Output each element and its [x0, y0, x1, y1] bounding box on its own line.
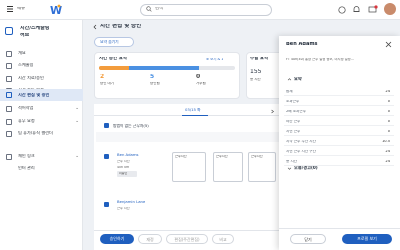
search-icon: [146, 6, 152, 12]
sidebar-title-2: 허브: [20, 33, 30, 38]
employee-checkbox[interactable]: [104, 154, 109, 159]
leave-icon: [6, 119, 12, 125]
help-icon[interactable]: [338, 6, 346, 14]
team-calendar-icon: [6, 131, 12, 137]
edit-button[interactable]: 편집(주간편집): [166, 234, 208, 244]
summary-row: 총 시간 24: [284, 157, 394, 166]
back-arrow-icon[interactable]: [92, 24, 98, 30]
menu-label[interactable]: 메뉴: [17, 7, 25, 12]
chevron-down-icon: ⌄: [75, 106, 79, 111]
pending-count: 2: [100, 74, 105, 80]
overview-icon: [6, 51, 12, 57]
reject-button[interactable]: 재정: [138, 234, 162, 244]
calendar-icon: [6, 63, 12, 69]
employee-checkbox[interactable]: [104, 202, 109, 207]
task-icon: [6, 106, 12, 112]
notifications-icon[interactable]: [352, 5, 361, 14]
employee-sub: 근무 시간: [117, 207, 130, 210]
panel-footer-divider: [279, 228, 400, 229]
weekly-summary-title: 주별 요약: [250, 57, 269, 61]
sidebar-item-time-edit[interactable]: 시간 편집 및 승인: [0, 89, 83, 101]
sidebar-title: 시간/스케줄링: [20, 26, 50, 31]
chevron-down-icon[interactable]: [287, 166, 292, 171]
search-placeholder: 검색: [155, 7, 163, 11]
approve-button[interactable]: 승인하기: [100, 234, 134, 244]
approved-count: 5: [150, 74, 155, 80]
inbox-icon[interactable]: [368, 5, 378, 14]
panel-subtitle: FT 40h(40) 통상 근무 일정 정보, 미지정 일정...: [286, 58, 354, 61]
rejected-label: 거부됨: [196, 82, 206, 85]
edit-icon: [6, 92, 12, 98]
summary-row: 초과근무 0: [284, 97, 394, 106]
weekly-total-value: 155: [250, 69, 262, 75]
panel-employee-name: Ben Adams: [286, 42, 318, 47]
app-logo: W: [48, 3, 62, 17]
summary-title: 시간 승인 요약: [99, 57, 127, 61]
clock-icon: [6, 76, 12, 82]
employee-name[interactable]: Benjamin Lane: [117, 200, 145, 204]
shift-label: 근무시간: [251, 155, 263, 158]
sidebar-item-tasks[interactable]: 적어작업 ⌄: [0, 104, 83, 114]
view-profile-button[interactable]: 프로필 보기: [342, 234, 392, 244]
approved-label: 승인됨: [150, 82, 160, 85]
summary-row: 지연 근무 시간 구간 24: [284, 147, 394, 156]
sidebar-item-scheduling[interactable]: 스케줄링: [0, 61, 83, 71]
sidebar-item-links[interactable]: 체인 링크 ⌄: [0, 152, 83, 162]
chevron-right-icon[interactable]: [270, 109, 275, 114]
group-label[interactable]: 방법이 없는 근무자(5): [113, 124, 149, 128]
summary-row: 합계 24: [284, 87, 394, 96]
shift-label: 근무시간: [175, 155, 187, 158]
chevron-up-icon[interactable]: [287, 77, 292, 82]
hub-icon: [5, 27, 13, 35]
errors-section-header[interactable]: 오류/경고(0): [294, 166, 318, 170]
sidebar-item-time-approval[interactable]: 시간 치료/승인: [0, 74, 83, 84]
employee-name[interactable]: Ben Adams: [117, 153, 139, 157]
employee-hours: 40h 0m: [117, 166, 130, 169]
close-icon[interactable]: [385, 41, 392, 48]
faded-row: [96, 132, 279, 142]
sidebar-item-overview[interactable]: 개요: [0, 49, 83, 59]
sidebar-item-inter[interactable]: 인터 관리: [0, 164, 83, 174]
sidebar-item-team-calendar[interactable]: 팀 휴가/휴직 캘린더: [0, 129, 83, 139]
group-checkbox[interactable]: [104, 123, 109, 128]
employee-sub: 근무 시간: [117, 160, 130, 163]
summary-row: 지각 근무 주간 시간 10.5: [284, 137, 394, 146]
weekly-total-label: 총 시간: [250, 78, 261, 81]
pending-bar: [99, 66, 129, 70]
chevron-down-icon: ⌄: [75, 154, 79, 159]
pending-label: 승인 대기: [100, 82, 114, 85]
approved-bar: [129, 66, 199, 70]
avatar[interactable]: [384, 3, 396, 15]
chevron-down-icon: ⌄: [75, 119, 79, 124]
summary-row: 야간 근무 0: [284, 117, 394, 126]
summary-row: 지연 근무 0: [284, 127, 394, 136]
status-badge-label: 미승인: [119, 172, 128, 175]
hamburger-menu-icon[interactable]: [6, 5, 14, 13]
page-title: 시간 편집 및 승인: [100, 24, 142, 29]
link-icon: [6, 154, 12, 160]
summary-section-header[interactable]: 요약: [294, 77, 302, 81]
date-column-header[interactable]: 03/15 화: [185, 108, 201, 112]
shift-label: 근무시간: [216, 155, 228, 158]
panel-close-button[interactable]: 닫기: [290, 234, 326, 244]
summary-link[interactable]: 조 보기 & 1: [206, 58, 223, 61]
sidebar-item-leave[interactable]: 휴무 요청 ⌄: [0, 117, 83, 127]
compare-button[interactable]: 비교: [212, 234, 234, 244]
rejected-count: 0: [196, 74, 201, 80]
summary-row: 2배 초과근무 0: [284, 107, 394, 116]
hide-summary-label: 요약 숨기기: [100, 40, 119, 44]
